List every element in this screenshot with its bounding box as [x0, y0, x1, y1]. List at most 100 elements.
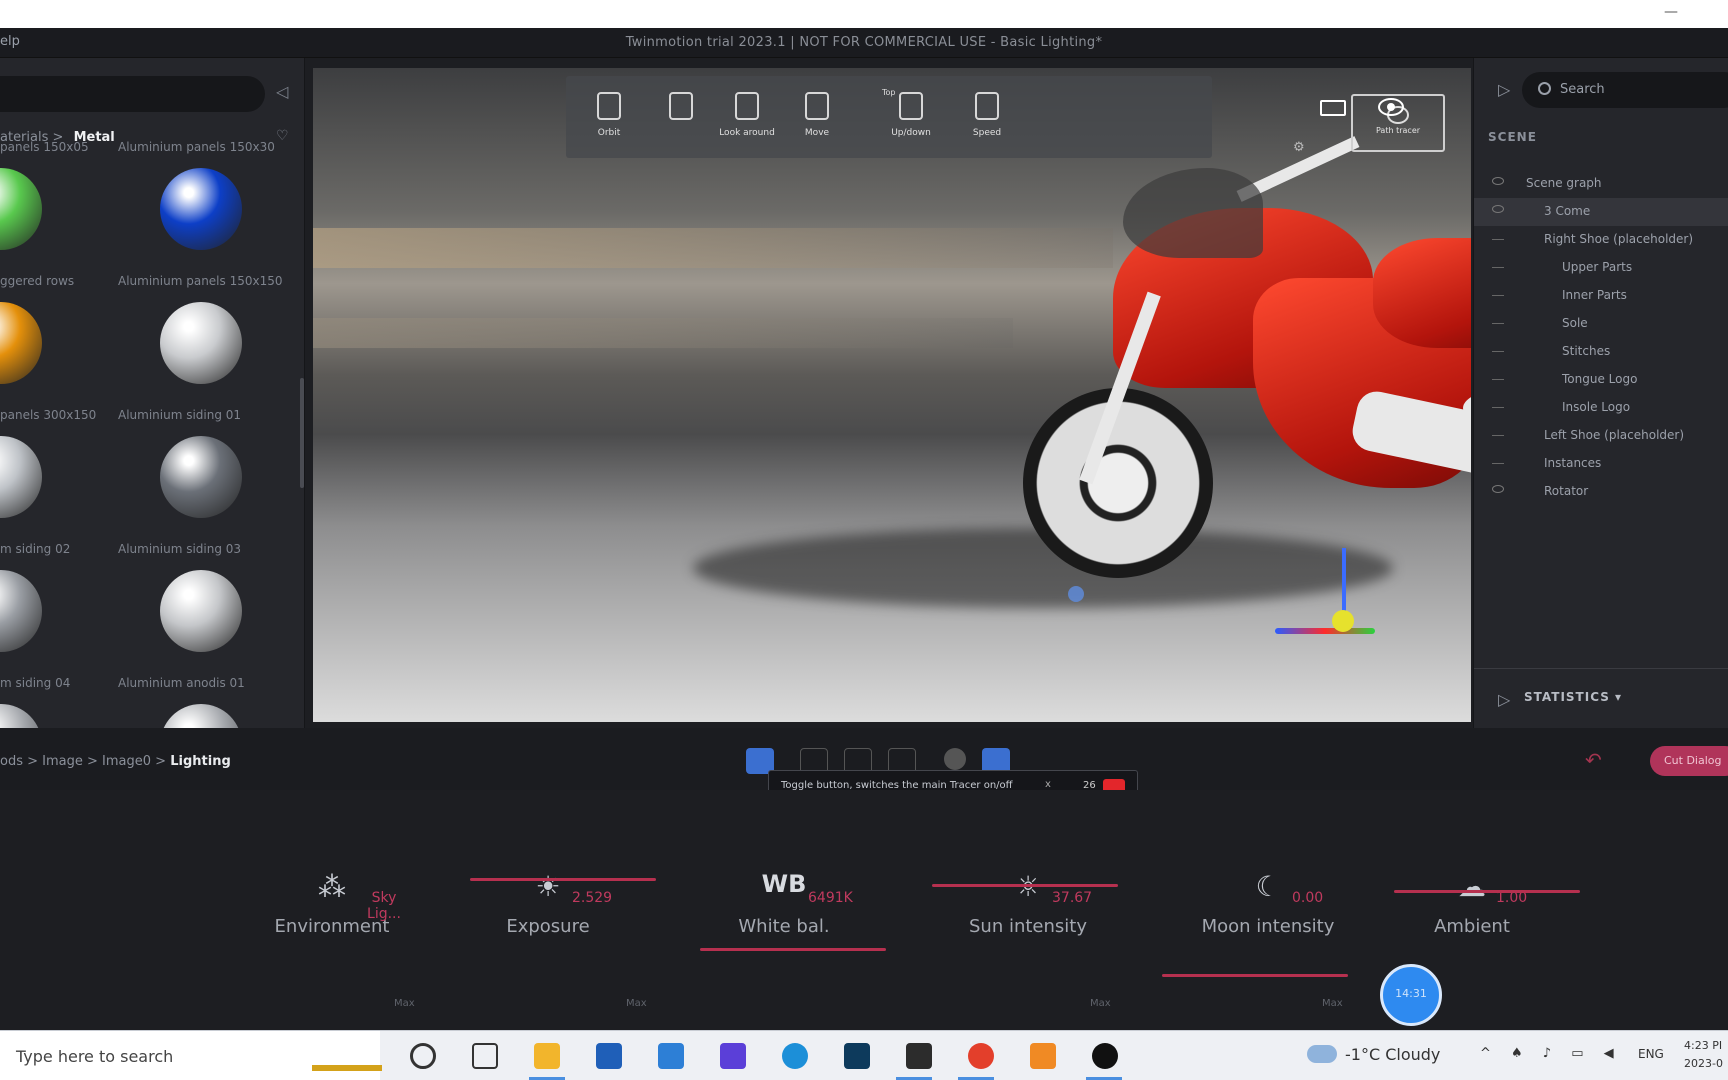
system-tray[interactable]: ^ ♠ ♪ ▭ ◀: [1480, 1046, 1622, 1061]
hidden-icon[interactable]: [1492, 463, 1504, 464]
play-icon[interactable]: ▷: [1498, 80, 1510, 99]
library-scrollbar[interactable]: [300, 378, 304, 488]
file-explorer-icon[interactable]: [534, 1043, 560, 1069]
scene-graph-row[interactable]: Left Shoe (placeholder): [1474, 422, 1728, 450]
chrome-icon[interactable]: [968, 1043, 994, 1069]
environment-icon: ⁂: [318, 870, 346, 903]
hidden-icon[interactable]: [1492, 379, 1504, 380]
visual-studio-icon[interactable]: [720, 1043, 746, 1069]
edge-icon[interactable]: [782, 1043, 808, 1069]
clock[interactable]: 4:23 PI 2023-0: [1684, 1037, 1723, 1073]
undo-icon[interactable]: ↶: [1585, 748, 1602, 772]
crumb[interactable]: Lighting: [170, 754, 231, 769]
material-label: Aluminium anodis 01: [118, 676, 245, 690]
favorite-icon[interactable]: ♡: [276, 128, 289, 144]
crumb[interactable]: ods: [0, 754, 23, 769]
hidden-icon[interactable]: [1492, 267, 1504, 268]
weather-text[interactable]: -1°C Cloudy: [1345, 1045, 1440, 1064]
scene-graph-row[interactable]: Instances: [1474, 450, 1728, 478]
eye-icon[interactable]: [1492, 177, 1504, 185]
material-swatch[interactable]: [160, 570, 242, 652]
scene-graph-row[interactable]: Stitches: [1474, 338, 1728, 366]
gizmo-xz-axes[interactable]: [1275, 628, 1375, 634]
scene-graph-row[interactable]: Rotator: [1474, 478, 1728, 506]
tooltip-close-icon[interactable]: x: [1045, 779, 1051, 790]
minimize-icon[interactable]: —: [1664, 4, 1678, 20]
scene-graph-row[interactable]: Inner Parts: [1474, 282, 1728, 310]
material-library-panel: ◁ aterials > Metal ♡ panels 150x05 Alumin…: [0, 58, 305, 786]
menorah-icon: [312, 1041, 382, 1071]
language-indicator[interactable]: ENG: [1638, 1047, 1664, 1061]
time-of-day-button[interactable]: 14:31: [1380, 964, 1442, 1026]
nav-tool-move[interactable]: Move: [782, 92, 852, 138]
material-swatch[interactable]: [0, 302, 42, 384]
collapse-left-icon[interactable]: ◁: [276, 82, 288, 101]
action-pill-button[interactable]: Cut Dialog: [1650, 746, 1728, 776]
material-picker-button[interactable]: [944, 748, 966, 770]
material-label: ggered rows: [0, 274, 75, 288]
lighting-control-ambient[interactable]: ☁ 1.00 Ambient: [1392, 870, 1552, 937]
scene-graph-row[interactable]: 3 Come: [1474, 198, 1728, 226]
navigation-toolbar: Top Orbit Look around Move Up/down Speed ⚙ P…: [566, 76, 1445, 158]
nav-tool-look-around[interactable]: Look around: [712, 92, 782, 138]
ambient-slider[interactable]: [1394, 890, 1580, 893]
task-view-icon[interactable]: [472, 1043, 498, 1069]
eye-icon[interactable]: [1492, 205, 1504, 213]
gizmo-handle[interactable]: [1332, 610, 1354, 632]
crumb[interactable]: Image: [42, 754, 83, 769]
white-balance-slider[interactable]: [700, 948, 886, 951]
hidden-icon[interactable]: [1492, 351, 1504, 352]
material-swatch[interactable]: [160, 168, 242, 250]
hidden-icon[interactable]: [1492, 435, 1504, 436]
hidden-icon[interactable]: [1492, 239, 1504, 240]
eye-icon[interactable]: [1492, 485, 1504, 493]
scene-graph-row[interactable]: Sole: [1474, 310, 1728, 338]
weather-icon[interactable]: [1307, 1045, 1337, 1063]
material-swatch[interactable]: [160, 302, 242, 384]
light-target-icon[interactable]: [1068, 586, 1084, 602]
motorcycle-model[interactable]: [693, 136, 1471, 618]
scene-graph-row[interactable]: Tongue Logo: [1474, 366, 1728, 394]
expand-statistics-icon[interactable]: ▷: [1498, 690, 1510, 709]
lighting-control-sun[interactable]: ☼37.67Sun intensity: [948, 870, 1108, 937]
aspect-ratio-icon[interactable]: [1320, 100, 1346, 116]
move-icon: [805, 92, 829, 120]
blender-icon[interactable]: [1030, 1043, 1056, 1069]
photoshop-icon[interactable]: [844, 1043, 870, 1069]
material-swatch[interactable]: [160, 436, 242, 518]
material-swatch[interactable]: [0, 436, 42, 518]
hidden-icon[interactable]: [1492, 323, 1504, 324]
material-swatch[interactable]: [0, 168, 42, 250]
library-search-input[interactable]: [0, 76, 265, 112]
nav-tool-orbit[interactable]: Orbit: [574, 92, 644, 138]
nav-tool-camera[interactable]: [646, 92, 716, 128]
hidden-icon[interactable]: [1492, 295, 1504, 296]
nav-tool-up-down[interactable]: Up/down: [876, 92, 946, 138]
cortana-icon[interactable]: [410, 1043, 436, 1069]
scene-graph-row[interactable]: Insole Logo: [1474, 394, 1728, 422]
crumb[interactable]: Image0: [102, 754, 151, 769]
statistics-toggle[interactable]: STATISTICS ▾: [1524, 690, 1622, 704]
material-swatch[interactable]: [0, 570, 42, 652]
mail-icon[interactable]: [658, 1043, 684, 1069]
scene-graph-row[interactable]: Scene graph: [1474, 170, 1728, 198]
exposure-slider[interactable]: [470, 878, 656, 881]
hidden-icon[interactable]: [1492, 407, 1504, 408]
lighting-control-environment[interactable]: ⁂ Sky Lig... Environment: [252, 870, 412, 937]
moon-intensity-slider[interactable]: [1162, 974, 1348, 977]
3d-viewport[interactable]: Top Orbit Look around Move Up/down Speed ⚙ P…: [313, 68, 1471, 722]
material-label: panels 300x150: [0, 408, 97, 422]
scene-graph-row[interactable]: Upper Parts: [1474, 254, 1728, 282]
scene-search-input[interactable]: Search: [1522, 72, 1728, 108]
lighting-label: Sun intensity: [968, 916, 1087, 937]
app-icon[interactable]: [906, 1043, 932, 1069]
twinmotion-icon[interactable]: [1092, 1043, 1118, 1069]
visibility-icon[interactable]: [1378, 98, 1404, 116]
scene-graph-row[interactable]: Right Shoe (placeholder): [1474, 226, 1728, 254]
store-icon[interactable]: [596, 1043, 622, 1069]
gear-icon[interactable]: ⚙: [1293, 140, 1305, 155]
nav-tool-speed[interactable]: Speed: [952, 92, 1022, 138]
lighting-control-moon[interactable]: ☾ 0.00 Moon intensity: [1188, 870, 1348, 937]
lighting-control-white-balance[interactable]: WB 6491K White bal.: [704, 870, 864, 937]
sun-intensity-slider[interactable]: [932, 884, 1118, 887]
